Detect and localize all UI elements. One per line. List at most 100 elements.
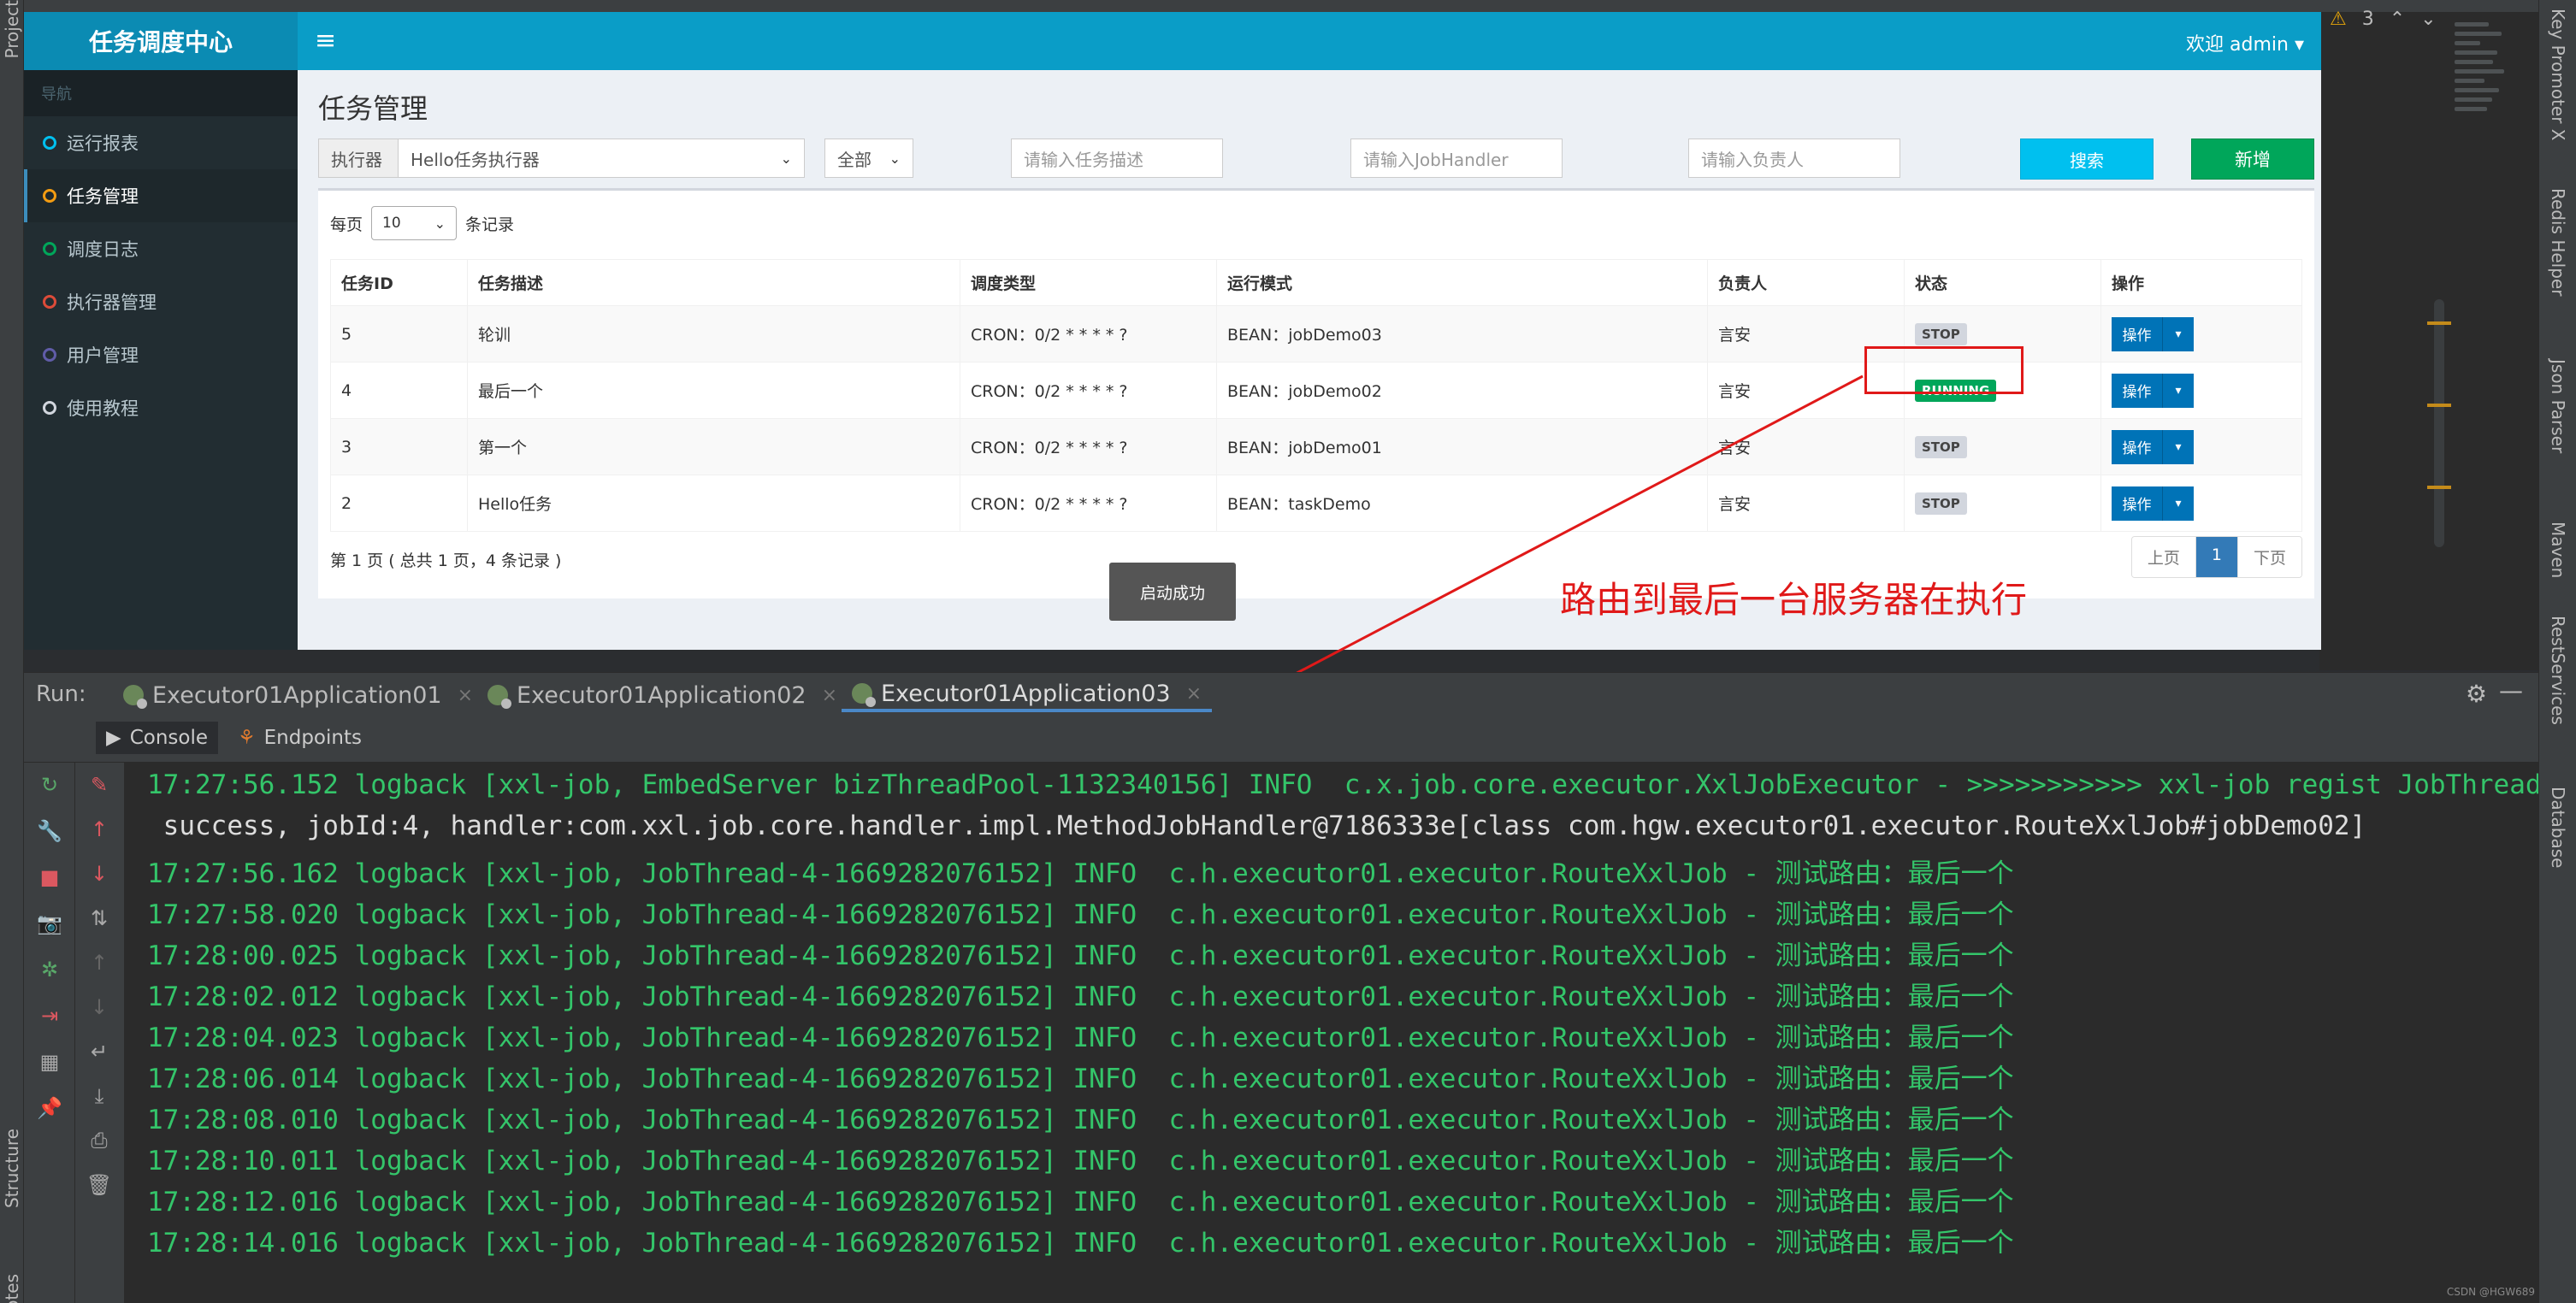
close-icon[interactable]: × [1186, 683, 1202, 705]
operation-dropdown[interactable]: 操作 ▾ [2112, 486, 2194, 521]
pin-icon[interactable]: 📌 [36, 1094, 63, 1122]
side-tab-maven[interactable]: Maven [2548, 522, 2568, 578]
sidebar-item-label: 用户管理 [67, 345, 139, 366]
caret-down-icon[interactable]: ▾ [2163, 316, 2194, 351]
sidebar-item-logs[interactable]: 调度日志 [24, 222, 298, 275]
search-button[interactable]: 搜索 [2020, 139, 2154, 180]
app-logo[interactable]: 任务调度中心 [24, 12, 298, 70]
camera-icon[interactable]: 📷 [36, 910, 63, 937]
handler-search-input[interactable]: 请输入JobHandler [1350, 139, 1563, 178]
col-header-id[interactable]: 任务ID [330, 259, 468, 306]
debug-icon[interactable]: ✲ [36, 956, 63, 983]
spring-boot-app-icon [123, 685, 147, 709]
gear-icon[interactable]: ⚙ [2466, 680, 2487, 708]
sidebar-item-report[interactable]: 运行报表 [24, 116, 298, 169]
col-header-desc[interactable]: 任务描述 [467, 259, 960, 306]
cell-id: 2 [330, 475, 468, 532]
caret-down-icon[interactable]: ▾ [2163, 373, 2194, 408]
chevron-down-icon[interactable]: ⌄ [2420, 9, 2436, 30]
run-tab-app03[interactable]: Executor01Application03 × [842, 678, 1212, 712]
scroll-to-end-icon[interactable]: ⤓ [86, 1082, 113, 1110]
print-icon[interactable]: ⎙ [86, 1127, 113, 1154]
clear-icon[interactable]: ✎ [86, 771, 113, 799]
executor-select[interactable]: Hello任务执行器 ⌄ [398, 139, 805, 178]
cell-status: STOP [1904, 418, 2101, 475]
operation-button[interactable]: 操作 [2112, 486, 2163, 521]
col-header-mode[interactable]: 运行模式 [1216, 259, 1708, 306]
run-tab-app02[interactable]: Executor01Application02 × [477, 678, 848, 712]
arrow-up-icon[interactable]: ↑ [86, 949, 113, 976]
arrow-down-icon[interactable]: ↓ [86, 993, 113, 1021]
watermark: CSDN @HGW689 [2446, 1286, 2535, 1298]
status-select[interactable]: 全部 ⌄ [824, 139, 913, 178]
table-row: 3 第一个 CRON：0/2 * * * * ? BEAN：jobDemo01 … [330, 418, 2302, 475]
prev-page-button[interactable]: 上页 [2131, 537, 2196, 577]
sidebar-item-jobs[interactable]: 任务管理 [24, 169, 298, 222]
minimize-icon[interactable]: — [2499, 676, 2523, 705]
highlight-box [1864, 346, 2024, 394]
side-tab-json-parser[interactable]: Json Parser [2548, 359, 2568, 453]
endpoints-icon: ⚘ [238, 727, 256, 749]
sidebar-item-help[interactable]: 使用教程 [24, 381, 298, 434]
log-line: 17:28:00.025 logback [xxl-job, JobThread… [147, 940, 2014, 971]
editor-scrollbar[interactable] [2427, 299, 2451, 547]
spring-boot-app-icon [852, 683, 876, 707]
log-line: success, jobId:4, handler:com.xxl.job.co… [147, 811, 2366, 841]
col-header-ops: 操作 [2100, 259, 2302, 306]
sidebar-item-users[interactable]: 用户管理 [24, 328, 298, 381]
next-page-button[interactable]: 下页 [2237, 537, 2301, 577]
run-tab-app01[interactable]: Executor01Application01 × [113, 678, 483, 712]
trash-icon[interactable]: 🗑 [86, 1171, 113, 1199]
wrench-icon[interactable]: 🔧 [36, 817, 63, 845]
add-job-button[interactable]: 新增 [2191, 139, 2314, 180]
col-header-sched[interactable]: 调度类型 [960, 259, 1217, 306]
operation-button[interactable]: 操作 [2112, 373, 2163, 408]
perpage-suffix: 条记录 [465, 215, 515, 234]
exit-icon[interactable]: ⇥ [36, 1002, 63, 1029]
caret-down-icon[interactable]: ▾ [2163, 486, 2194, 521]
page-size-select[interactable]: 10 ⌄ [371, 206, 458, 240]
log-line: 17:27:56.152 logback [xxl-job, EmbedServ… [147, 769, 2538, 800]
operation-button[interactable]: 操作 [2112, 316, 2163, 351]
sort-icon[interactable]: ⇅ [86, 905, 113, 932]
rerun-icon[interactable]: ↻ [36, 771, 63, 799]
side-tab-restservices[interactable]: RestServices [2548, 616, 2568, 725]
side-tab-notes[interactable]: Notes [2, 1274, 22, 1303]
side-tab-key-promoter[interactable]: Key Promoter X [2548, 9, 2568, 141]
close-icon[interactable]: × [822, 685, 837, 706]
console-output[interactable]: 17:27:56.152 logback [xxl-job, EmbedServ… [125, 763, 2538, 1303]
arrow-down-icon[interactable]: ↓ [86, 860, 113, 887]
tab-console[interactable]: ▶ Console [96, 722, 219, 754]
user-menu[interactable]: 欢迎 admin ▾ [2186, 29, 2304, 56]
stop-icon[interactable]: ■ [36, 864, 63, 891]
page-title: 任务管理 [318, 92, 428, 125]
menu-toggle-icon[interactable]: ≡ [315, 26, 336, 56]
side-tab-database[interactable]: Database [2548, 787, 2568, 868]
cell-status: STOP [1904, 475, 2101, 532]
side-tab-structure[interactable]: Structure [2, 1129, 22, 1208]
operation-dropdown[interactable]: 操作 ▾ [2112, 429, 2194, 464]
desc-search-input[interactable]: 请输入任务描述 [1011, 139, 1223, 178]
side-tab-redis-helper[interactable]: Redis Helper [2548, 188, 2568, 296]
inspection-widget[interactable]: ⚠ 3 ⌃ ⌄ [2330, 9, 2437, 30]
author-search-input[interactable]: 请输入负责人 [1688, 139, 1900, 178]
col-header-status[interactable]: 状态 [1904, 259, 2101, 306]
sidebar-item-executors[interactable]: 执行器管理 [24, 275, 298, 328]
side-tab-project[interactable]: Project [2, 0, 22, 58]
nav-header: 导航 [24, 70, 298, 116]
operation-button[interactable]: 操作 [2112, 429, 2163, 464]
layout-icon[interactable]: ▦ [36, 1048, 63, 1076]
caret-down-icon[interactable]: ▾ [2163, 429, 2194, 464]
chevron-up-icon[interactable]: ⌃ [2390, 9, 2405, 30]
operation-dropdown[interactable]: 操作 ▾ [2112, 316, 2194, 351]
soft-wrap-icon[interactable]: ↵ [86, 1038, 113, 1065]
page-1-button[interactable]: 1 [2195, 537, 2238, 577]
log-line: 17:28:10.011 logback [xxl-job, JobThread… [147, 1146, 2014, 1176]
close-icon[interactable]: × [458, 685, 473, 706]
operation-dropdown[interactable]: 操作 ▾ [2112, 373, 2194, 408]
toast-message: 启动成功 [1109, 563, 1236, 621]
arrow-up-icon[interactable]: ↑ [86, 816, 113, 843]
page-size-control: 每页 10 ⌄ 条记录 [330, 206, 514, 240]
tab-endpoints[interactable]: ⚘ Endpoints [227, 722, 372, 754]
col-header-author[interactable]: 负责人 [1707, 259, 1905, 306]
